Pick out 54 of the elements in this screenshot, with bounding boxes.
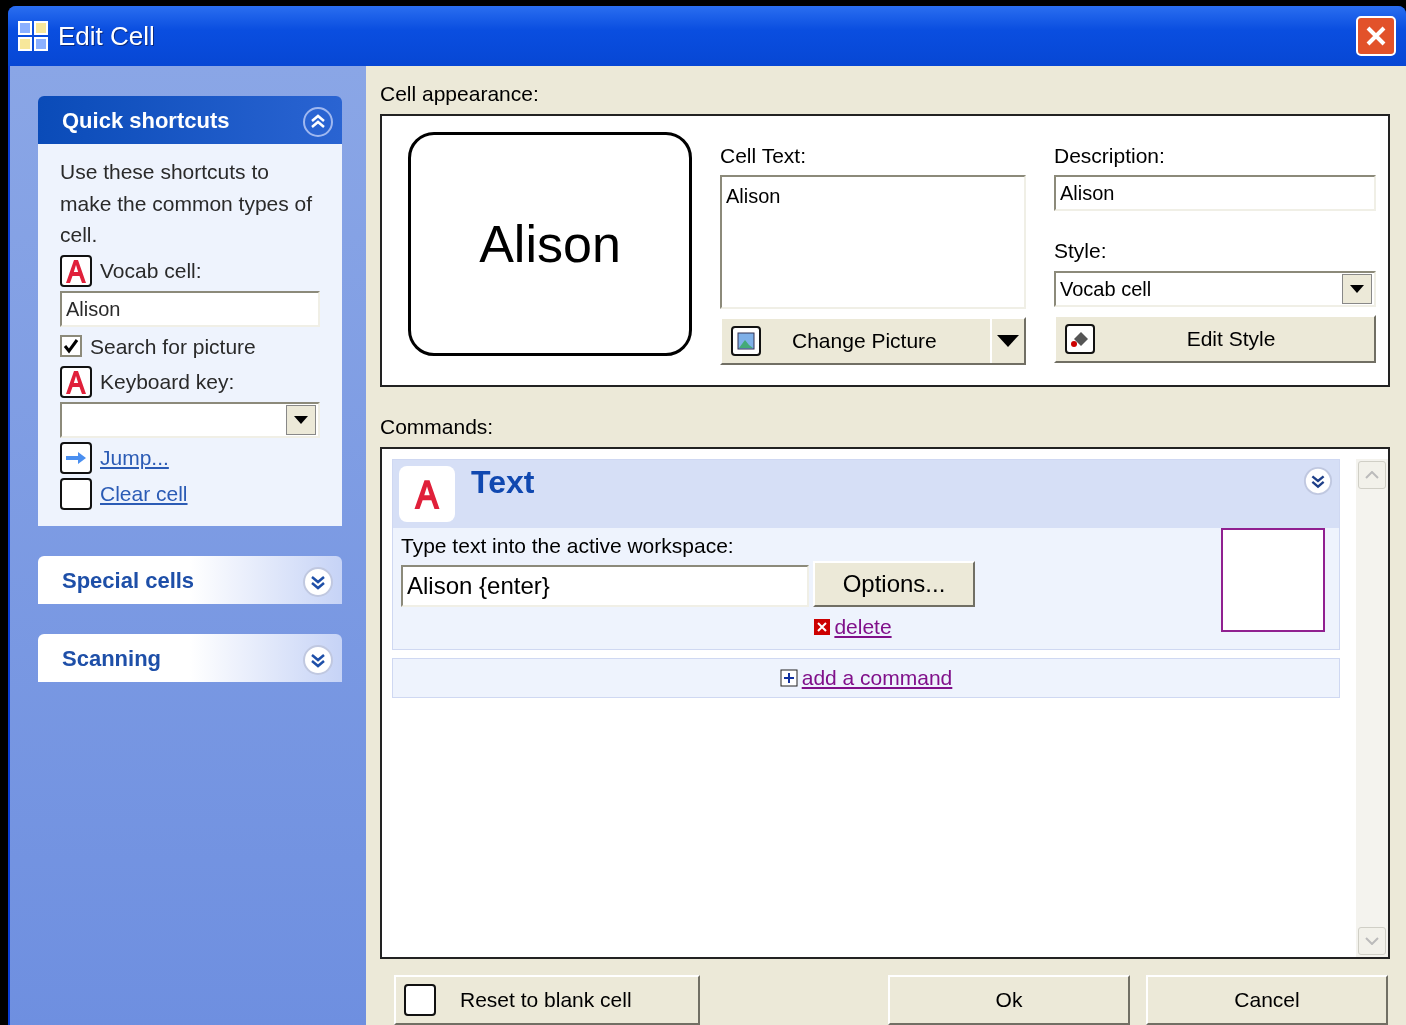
field-label: Description: [1054, 142, 1166, 169]
collapse-icon[interactable] [302, 104, 334, 136]
section-label: Commands: [380, 414, 495, 440]
cell-preview: Alison [408, 131, 692, 356]
group-header[interactable]: Special cells [38, 556, 342, 604]
close-button[interactable] [1356, 16, 1396, 56]
options-button[interactable]: Options... [813, 561, 975, 607]
change-picture-button[interactable]: Change Picture [720, 317, 1026, 365]
blank-square-icon [404, 983, 436, 1016]
grid-icon [18, 21, 48, 51]
blank-square-icon [60, 478, 92, 510]
expand-icon[interactable] [302, 642, 334, 674]
command-field[interactable]: Alison {enter} [401, 565, 809, 607]
cancel-button[interactable]: Cancel [1146, 974, 1388, 1025]
ok-button[interactable]: Ok [888, 974, 1130, 1025]
edit-style-button[interactable]: Edit Style [1054, 314, 1376, 363]
description-field[interactable]: Alison [1054, 175, 1376, 211]
command-title: Text [471, 465, 535, 498]
checkbox[interactable] [60, 335, 82, 358]
paint-bucket-icon [1064, 322, 1096, 355]
description-text: Use these shortcuts to make the common types of cell. [60, 159, 314, 248]
window-title: Edit Cell [58, 19, 155, 53]
dropdown-arrow-icon[interactable] [1350, 284, 1364, 293]
style-dropdown[interactable]: Vocab cell [1054, 270, 1376, 307]
letter-a-icon [60, 366, 92, 398]
cell-text-area[interactable]: Alison [720, 175, 1026, 309]
dropdown-field[interactable] [60, 402, 320, 438]
dropdown-arrow-icon[interactable] [294, 416, 308, 424]
checkbox-label: Search for picture [90, 333, 256, 360]
prompt-text: Type text into the active workspace: [401, 532, 735, 559]
section-label: Cell appearance: [380, 81, 540, 107]
letter-a-icon [60, 254, 92, 287]
letter-a-icon [399, 465, 455, 522]
group-title: Quick shortcuts [62, 106, 230, 135]
plus-icon [779, 668, 798, 687]
picture-icon [730, 325, 762, 357]
group-header[interactable]: Quick shortcuts [38, 96, 342, 144]
group-header[interactable]: Scanning [38, 634, 342, 682]
group-title: Scanning [62, 644, 161, 673]
group-title: Special cells [62, 566, 195, 595]
reset-button[interactable]: Reset to blank cell [394, 974, 700, 1025]
link[interactable]: Jump... [100, 442, 169, 474]
link[interactable]: Clear cell [100, 478, 188, 510]
text-field[interactable]: Alison [60, 290, 320, 327]
close-icon[interactable] [1364, 24, 1388, 48]
expand-icon[interactable] [1303, 465, 1333, 496]
field-label: Cell Text: [720, 142, 807, 169]
delete-icon [814, 618, 831, 635]
add-command-link[interactable]: add a command [801, 661, 953, 694]
expand-icon[interactable] [302, 564, 334, 596]
field-label: Style: [1054, 238, 1108, 264]
field-label: Keyboard key: [100, 369, 235, 396]
field-label: Vocab cell: [100, 257, 202, 284]
delete-link[interactable]: delete [834, 611, 892, 643]
